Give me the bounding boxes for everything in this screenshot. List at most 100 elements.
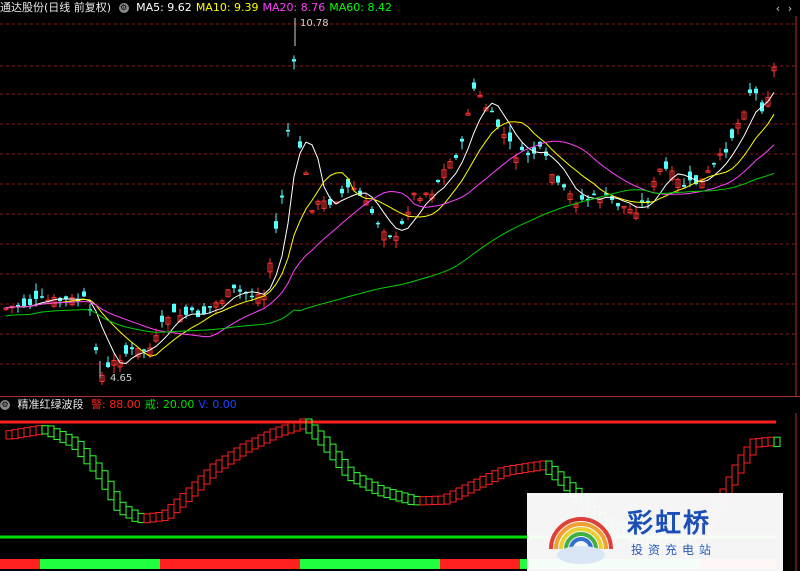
wave-bar [473, 478, 481, 491]
wave-bar [485, 473, 493, 485]
wave-bar [311, 424, 319, 440]
candle-body [748, 89, 752, 94]
wave-bar [437, 495, 445, 505]
wave-bar [737, 454, 745, 474]
wave-bar [89, 455, 97, 472]
candle-body [82, 291, 86, 297]
candle-body [724, 148, 728, 153]
settings-icon[interactable]: ⚙ [118, 3, 129, 13]
rainbow-logo-icon [549, 517, 613, 564]
candle-body [490, 110, 494, 113]
stock-chart-window: 通达股份(日线 前复权) ⚙ MA5: 9.62 MA10: 9.39 MA20: … [0, 0, 800, 571]
wave-bar [323, 436, 331, 453]
ma60-line [5, 172, 775, 333]
trend-strip-segment [300, 559, 440, 569]
wave-bar [455, 487, 463, 500]
wave-bar [755, 437, 763, 448]
candle-body [376, 222, 380, 225]
candle-body [472, 82, 476, 89]
wave-bar [359, 475, 367, 488]
wave-bar [287, 422, 295, 434]
wave-bar [335, 451, 343, 468]
candle-body [556, 176, 560, 183]
wave-bar [365, 478, 373, 491]
wave-bar [491, 470, 499, 483]
candle-body [16, 304, 20, 307]
candle-body [616, 203, 620, 207]
candle-body [303, 172, 309, 176]
wave-bar [731, 464, 739, 486]
indicator-value: 戒: 20.00 [144, 398, 195, 411]
main-chart-header: 通达股份(日线 前复权) ⚙ MA5: 9.62 MA10: 9.39 MA20: … [0, 0, 400, 16]
wave-bar [161, 509, 169, 521]
watermark-subtitle: 投资充电站 [631, 543, 717, 557]
wave-bar [275, 426, 283, 438]
candle-body [730, 129, 734, 139]
indicator-name[interactable]: 精准红绿波段 [18, 398, 84, 411]
wave-bar [131, 509, 139, 522]
wave-bar [341, 458, 349, 476]
wave-bar [257, 434, 265, 447]
candle-body [28, 298, 32, 306]
chevron-right-icon[interactable]: › [784, 2, 796, 15]
wave-bar [29, 426, 37, 437]
wave-bar [23, 427, 31, 438]
wave-bar [263, 431, 271, 444]
wave-bar [227, 451, 235, 465]
candle-body [526, 152, 530, 156]
wave-bar [239, 443, 247, 457]
wave-bar [215, 459, 223, 473]
wave-bar [551, 465, 559, 481]
chevron-left-icon[interactable]: ‹ [772, 2, 784, 15]
nav-arrows: ‹ › [772, 2, 796, 15]
wave-bar [461, 484, 469, 497]
candle-body [106, 362, 110, 368]
wave-bar [413, 495, 421, 506]
candle-body [94, 347, 98, 351]
candlestick-chart[interactable] [0, 16, 800, 396]
wave-bar [197, 475, 205, 491]
trend-strip-segment [160, 559, 300, 569]
wave-bar [497, 467, 505, 480]
wave-bar [35, 425, 43, 436]
stock-title[interactable]: 通达股份(日线 前复权) [0, 1, 111, 14]
wave-bar [383, 487, 391, 499]
candle-body [340, 188, 344, 194]
wave-bar [479, 475, 487, 488]
wave-bar [557, 471, 565, 486]
candle-body [172, 303, 176, 313]
candle-body [298, 141, 302, 148]
wave-bar [761, 437, 769, 447]
wave-bar [749, 438, 757, 456]
wave-bar [5, 430, 13, 440]
candle-body [184, 306, 188, 315]
candle-body [160, 315, 164, 322]
trend-strip-segment [0, 559, 40, 569]
wave-bar [563, 476, 571, 492]
candle-body [460, 138, 464, 142]
ma-legend: MA5: 9.62 MA10: 9.39 MA20: 8.76 MA60: 8.42 [136, 1, 396, 14]
wave-bar [11, 429, 19, 440]
wave-bar [119, 501, 127, 516]
candle-body [682, 184, 686, 187]
wave-bar [401, 492, 409, 504]
candle-body [280, 195, 284, 198]
candle-body [436, 180, 440, 183]
low-price-marker: 4.65 [110, 373, 133, 384]
wave-bar [395, 490, 403, 502]
candle-body [562, 184, 566, 188]
wave-bar [377, 484, 385, 497]
wave-bar [143, 513, 151, 524]
candle-body [754, 88, 758, 94]
candle-body [286, 130, 290, 132]
candle-body [34, 290, 38, 299]
wave-bar [107, 480, 115, 501]
wave-bar [59, 431, 67, 443]
wave-bar [17, 428, 25, 439]
candle-body [250, 295, 254, 298]
settings-icon[interactable]: ⚙ [0, 400, 10, 410]
candle-body [580, 195, 584, 200]
indicator-header: ⚙ 精准红绿波段 警: 88.00 戒: 20.00 V: 0.00 [0, 397, 245, 413]
candle-body [232, 284, 236, 289]
wave-bar [515, 464, 523, 474]
